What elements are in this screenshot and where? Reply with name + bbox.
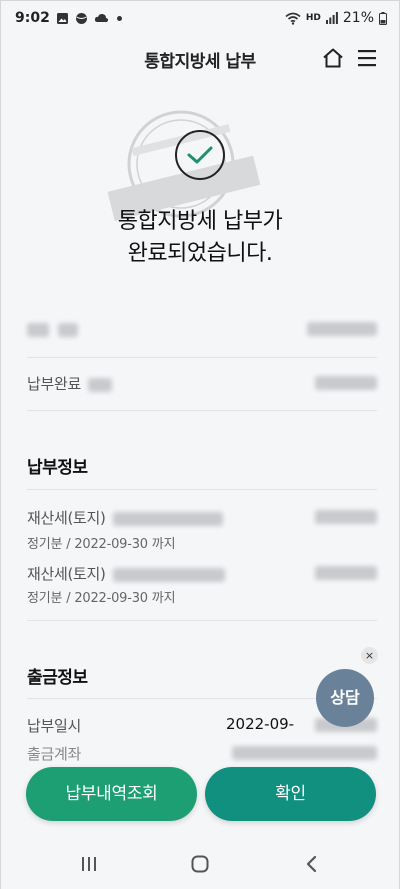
withdraw-info-title: 출금정보 <box>27 668 88 688</box>
payment-item: 재산세(토지) 정기분 / 2022-09-30 까지 <box>27 507 377 552</box>
wifi-icon <box>285 12 301 25</box>
check-circle-icon <box>175 130 225 180</box>
redacted-value <box>307 322 377 336</box>
status-bar: 9:02 HD 21% <box>1 1 399 37</box>
redacted-amount <box>315 566 377 580</box>
redacted-text <box>112 567 225 582</box>
payment-datetime-label: 납부일시 <box>27 717 82 735</box>
completion-line-2: 완료되었습니다. <box>127 241 273 266</box>
summary-row-1 <box>27 322 377 342</box>
redacted-text <box>112 511 223 526</box>
completion-line-1: 통합지방세 납부가 <box>117 209 283 234</box>
battery-percent: 21% <box>342 10 374 26</box>
ball-icon <box>75 12 87 24</box>
gallery-icon <box>56 12 68 24</box>
payment-datetime-value: 2022-09- <box>226 715 295 733</box>
menu-icon[interactable] <box>356 47 378 69</box>
recent-apps-icon[interactable] <box>78 853 100 875</box>
tax-item-period: 정기분 / 2022-09-30 까지 <box>27 591 176 606</box>
confirm-button[interactable]: 확인 <box>205 767 376 821</box>
payment-info-title: 납부정보 <box>27 458 88 478</box>
divider <box>27 489 377 490</box>
tax-item-period: 정기분 / 2022-09-30 까지 <box>27 537 176 552</box>
battery-icon <box>379 11 387 25</box>
redacted-amount <box>315 510 377 524</box>
redacted-value <box>232 746 377 760</box>
redacted-label <box>58 323 79 337</box>
redacted-label <box>88 377 113 392</box>
network-badge: HD <box>305 13 321 23</box>
divider <box>27 357 377 358</box>
app-header: 통합지방세 납부 <box>1 37 399 81</box>
divider <box>27 620 377 621</box>
home-nav-icon[interactable] <box>189 853 211 875</box>
summary-row-2: 납부완료 <box>27 373 377 393</box>
withdraw-account-label: 출금계좌 <box>27 745 82 763</box>
payment-history-button[interactable]: 납부내역조회 <box>26 767 197 821</box>
divider <box>27 410 377 411</box>
consult-chat-button[interactable]: 상담 <box>316 669 374 727</box>
redacted-label <box>27 323 49 337</box>
signal-icon <box>325 12 338 24</box>
status-time: 9:02 <box>15 10 50 26</box>
payment-item: 재산세(토지) 정기분 / 2022-09-30 까지 <box>27 563 377 607</box>
notification-dot-icon <box>116 15 122 21</box>
completion-message: 통합지방세 납부가 완료되었습니다. <box>1 206 399 270</box>
cloud-icon <box>94 13 108 22</box>
app-frame: 9:02 HD 21% 통합지방세 납부 통합지방세 납부가 완료되었습니다. … <box>0 0 400 889</box>
home-icon[interactable] <box>322 47 344 69</box>
system-nav-bar <box>1 839 399 889</box>
chat-close-button[interactable]: × <box>361 647 378 664</box>
tax-item-label: 재산세(토지) <box>27 509 106 527</box>
redacted-value <box>315 376 377 390</box>
back-icon[interactable] <box>301 853 323 875</box>
withdraw-account-row: 출금계좌 <box>27 743 377 763</box>
tax-item-label: 재산세(토지) <box>27 565 106 583</box>
payment-complete-label: 납부완료 <box>27 375 82 393</box>
